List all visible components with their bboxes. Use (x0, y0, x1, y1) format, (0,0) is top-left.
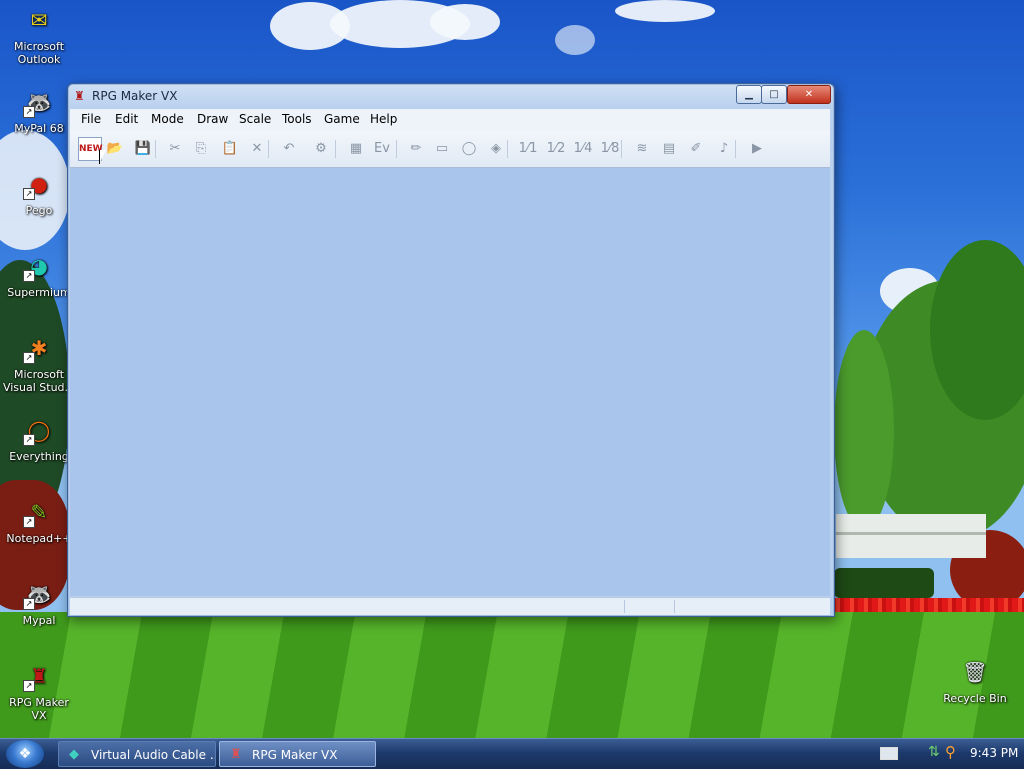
desktop-icon-label: RPG Maker VX (9, 696, 69, 722)
notepadpp-icon: ✎ ↗ (23, 496, 55, 528)
shortcut-arrow-icon: ↗ (23, 270, 35, 282)
script-editor-icon[interactable]: ✐ (685, 138, 707, 160)
rpg-maker-app-icon: ♜ (74, 89, 85, 103)
desktop-icon-recycle-bin[interactable]: 🗑 Recycle Bin (936, 656, 1014, 706)
everything-icon: ◯ ↗ (23, 414, 55, 446)
tree (834, 330, 894, 530)
mypal-icon: 🦝 ↗ (23, 86, 55, 118)
map-layer-icon[interactable]: ⚙ (310, 138, 332, 160)
cut-icon[interactable]: ✂ (164, 138, 186, 160)
desktop-icon-label: Microsoft Outlook (13, 40, 65, 66)
toolbar: NEW 📂 💾 ✂ ⎘ 📋 ✕ ↶ ⚙ ▦ Ev ✏ ▭ ◯ ◈ 1⁄1 1⁄2 1⁄4 1⁄8 ≋ ▤ ✐ ♪ ▶ (70, 131, 830, 168)
event-mode-icon[interactable]: Ev (371, 138, 393, 160)
resource-manager-icon[interactable]: ▤ (658, 138, 680, 160)
menu-bar: File Edit Mode Draw Scale Tools Game Hel… (70, 109, 830, 131)
undo-icon[interactable]: ↶ (278, 138, 300, 160)
save-project-icon[interactable]: 💾 (132, 138, 154, 160)
scale-1-2-icon[interactable]: 1⁄2 (545, 138, 567, 160)
taskbar: ❖ ◆ Virtual Audio Cable ... ♜ RPG Maker … (0, 738, 1024, 769)
region-mode-icon[interactable]: ▦ (345, 138, 367, 160)
database-icon[interactable]: ≋ (631, 138, 653, 160)
menu-scale[interactable]: Scale (239, 112, 271, 126)
desktop-icon-label: Recycle Bin (943, 692, 1007, 705)
scale-1-1-icon[interactable]: 1⁄1 (517, 138, 539, 160)
toolbar-separator (621, 140, 622, 158)
menu-tools[interactable]: Tools (282, 112, 312, 126)
shortcut-arrow-icon: ↗ (23, 516, 35, 528)
visual-studio-icon: ✱ ↗ (23, 332, 55, 364)
sound-test-icon[interactable]: ♪ (713, 138, 735, 160)
taskbar-button-rpg-maker[interactable]: ♜ RPG Maker VX (219, 741, 376, 767)
cloud (430, 4, 500, 40)
delete-icon[interactable]: ✕ (246, 138, 268, 160)
virtual-audio-cable-icon: ◆ (69, 747, 79, 762)
toolbar-separator (335, 140, 336, 158)
desktop-icon-rpg-maker[interactable]: ♜ ↗ RPG Maker VX (0, 660, 78, 723)
menu-help[interactable]: Help (370, 112, 397, 126)
shortcut-arrow-icon: ↗ (23, 188, 35, 200)
taskbar-button-virtual-audio-cable[interactable]: ◆ Virtual Audio Cable ... (58, 741, 216, 767)
title-bar[interactable]: ♜ RPG Maker VX ▁ □ ✕ (68, 84, 834, 108)
scale-1-8-icon[interactable]: 1⁄8 (599, 138, 621, 160)
status-bar (70, 597, 830, 615)
menu-game[interactable]: Game (324, 112, 360, 126)
pencil-icon[interactable]: ✏ (405, 138, 427, 160)
copy-icon[interactable]: ⎘ (190, 138, 212, 160)
outlook-icon: ✉ (30, 7, 48, 32)
shortcut-arrow-icon: ↗ (23, 106, 35, 118)
shortcut-arrow-icon: ↗ (23, 352, 35, 364)
toolbar-separator (396, 140, 397, 158)
clock[interactable]: 9:43 PM (970, 746, 1018, 760)
shortcut-arrow-icon: ↗ (23, 598, 35, 610)
flower-bed (830, 598, 1024, 612)
ellipse-icon[interactable]: ◯ (458, 138, 480, 160)
shortcut-arrow-icon: ↗ (23, 434, 35, 446)
mypal-icon: 🦝 ↗ (23, 578, 55, 610)
rpg-maker-icon: ♜ (230, 747, 242, 762)
start-button[interactable]: ❖ (6, 740, 44, 768)
map-canvas[interactable] (70, 168, 830, 596)
network-icon[interactable]: ⇅ (928, 744, 940, 760)
menu-draw[interactable]: Draw (197, 112, 228, 126)
building (836, 514, 986, 558)
toolbar-separator (155, 140, 156, 158)
search-icon[interactable]: ⚲ (945, 743, 956, 761)
taskbar-button-label: RPG Maker VX (252, 748, 338, 762)
menu-file[interactable]: File (81, 112, 101, 126)
toolbar-separator (735, 140, 736, 158)
keyboard-icon[interactable] (880, 747, 898, 760)
playtest-icon[interactable]: ▶ (746, 138, 768, 160)
status-separator (674, 600, 675, 613)
menu-edit[interactable]: Edit (115, 112, 138, 126)
fill-icon[interactable]: ◈ (485, 138, 507, 160)
scale-1-4-icon[interactable]: 1⁄4 (572, 138, 594, 160)
lawn (0, 612, 1024, 738)
window-title: RPG Maker VX (92, 89, 178, 103)
hedge (834, 568, 934, 598)
menu-mode[interactable]: Mode (151, 112, 184, 126)
cloud (615, 0, 715, 22)
supermium-icon: ◕ ↗ (23, 250, 55, 282)
shortcut-arrow-icon: ↗ (23, 680, 35, 692)
rpg-maker-icon: ♜ ↗ (23, 660, 55, 692)
toolbar-separator (507, 140, 508, 158)
cloud (555, 25, 595, 55)
toolbar-separator (268, 140, 269, 158)
paste-icon[interactable]: 📋 (219, 138, 241, 160)
desktop-icon-outlook[interactable]: ✉ Microsoft Outlook (0, 4, 78, 67)
maximize-button[interactable]: □ (761, 85, 787, 104)
close-button[interactable]: ✕ (787, 85, 831, 104)
pego-icon: ● ↗ (23, 168, 55, 200)
recycle-bin-icon: 🗑 (962, 659, 988, 684)
mouse-cursor-icon (99, 150, 106, 164)
rpg-maker-window[interactable]: ♜ RPG Maker VX ▁ □ ✕ File Edit Mode Draw… (67, 83, 835, 617)
minimize-button[interactable]: ▁ (736, 85, 762, 104)
status-separator (624, 600, 625, 613)
open-project-icon[interactable]: 📂 (104, 138, 126, 160)
rectangle-icon[interactable]: ▭ (431, 138, 453, 160)
taskbar-button-label: Virtual Audio Cable ... (91, 748, 216, 762)
